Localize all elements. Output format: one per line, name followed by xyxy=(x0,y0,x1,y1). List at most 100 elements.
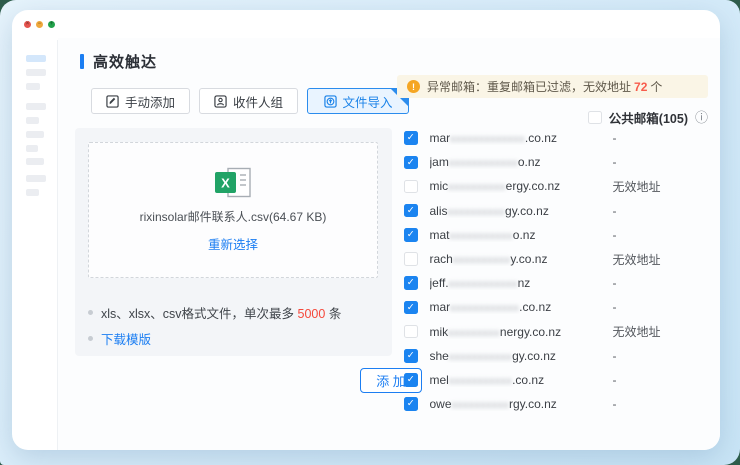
email-row: rachxxxxxxxxxxy.co.nz 无效地址 xyxy=(404,247,716,271)
email-address: jeff.xxxxxxxxxxxxnz xyxy=(430,276,613,290)
info-icon[interactable]: ⓘ xyxy=(695,111,708,124)
sidebar-item[interactable] xyxy=(26,189,39,196)
email-checkbox[interactable]: ✓ xyxy=(404,228,418,242)
email-address: owexxxxxxxxxxrgy.co.nz xyxy=(430,397,613,411)
invalid-count: 72 xyxy=(634,80,647,94)
email-checkbox[interactable]: ✓ xyxy=(404,131,418,145)
email-row: ✓ jamxxxxxxxxxxxxo.nz - xyxy=(404,150,716,174)
minimize-icon[interactable]: − xyxy=(36,21,43,28)
check-icon: ✓ xyxy=(407,399,415,409)
reselect-link[interactable]: 重新选择 xyxy=(208,234,258,253)
email-address: rachxxxxxxxxxxy.co.nz xyxy=(430,252,613,266)
page-title-row: 高效触达 xyxy=(80,51,157,72)
email-address: jamxxxxxxxxxxxxo.nz xyxy=(430,155,613,169)
max-count: 5000 xyxy=(298,307,326,321)
email-row: ✓ matxxxxxxxxxxxo.nz - xyxy=(404,223,716,247)
email-address: melxxxxxxxxxxx.co.nz xyxy=(430,373,613,387)
check-icon: ✓ xyxy=(407,351,415,361)
email-row: micxxxxxxxxxxergy.co.nz 无效地址 xyxy=(404,174,716,198)
email-row: ✓ jeff.xxxxxxxxxxxxnz - xyxy=(404,271,716,295)
check-icon: ✓ xyxy=(407,133,415,143)
masked-email-part: xxxxxxxxxxxxx xyxy=(450,133,525,145)
format-hint: xls、xlsx、csv格式文件，单次最多 5000 条 xyxy=(88,303,341,322)
masked-email-part: xxxxxxxxxxxx xyxy=(449,157,518,169)
email-checkbox[interactable]: ✓ xyxy=(404,156,418,170)
tab-manual-add[interactable]: 手动添加 xyxy=(91,88,190,114)
check-icon: ✓ xyxy=(407,375,415,385)
email-list: ✓ marxxxxxxxxxxxxx.co.nz - ✓ jamxxxxxxxx… xyxy=(404,126,716,416)
template-row: 下载模版 xyxy=(88,329,151,348)
sidebar-item[interactable] xyxy=(26,69,46,76)
masked-email-part: xxxxxxxxxxx xyxy=(449,351,512,363)
email-checkbox[interactable]: ✓ xyxy=(404,349,418,363)
bullet-icon xyxy=(88,310,93,315)
sidebar-item[interactable] xyxy=(26,131,44,138)
format-hint-text: xls、xlsx、csv格式文件，单次最多 5000 条 xyxy=(101,303,341,322)
page-title: 高效触达 xyxy=(93,51,157,72)
sidebar-item[interactable] xyxy=(26,103,46,110)
window-controls: × − + xyxy=(24,21,55,28)
email-status: 无效地址 xyxy=(613,178,661,195)
email-row: ✓ melxxxxxxxxxxx.co.nz - xyxy=(404,368,716,392)
email-checkbox[interactable]: ✓ xyxy=(404,397,418,411)
file-dropzone[interactable]: X rixinsolar邮件联系人.csv(64.67 KB) 重新选择 xyxy=(88,142,378,278)
sidebar-item[interactable] xyxy=(26,175,46,182)
zoom-icon[interactable]: + xyxy=(48,21,55,28)
sidebar-item[interactable] xyxy=(26,83,40,90)
recipient-group-icon xyxy=(214,95,227,108)
email-checkbox[interactable]: ✓ xyxy=(404,373,418,387)
uploaded-file-name: rixinsolar邮件联系人.csv(64.67 KB) xyxy=(140,208,327,225)
email-address: matxxxxxxxxxxxo.nz xyxy=(430,228,613,242)
email-checkbox[interactable]: ✓ xyxy=(404,276,418,290)
email-checkbox[interactable]: ✓ xyxy=(404,301,418,315)
sidebar-item[interactable] xyxy=(26,145,38,152)
email-status: - xyxy=(613,131,617,145)
email-address: mikxxxxxxxxxnergy.co.nz xyxy=(430,325,613,339)
email-status: - xyxy=(613,397,617,411)
tab-label: 收件人组 xyxy=(233,92,283,111)
close-icon[interactable]: × xyxy=(24,21,31,28)
upload-panel: X rixinsolar邮件联系人.csv(64.67 KB) 重新选择 xls… xyxy=(75,128,392,356)
email-checkbox[interactable] xyxy=(404,180,418,194)
email-status: - xyxy=(613,228,617,242)
excel-file-icon: X xyxy=(213,167,253,199)
alert-text: 异常邮箱：重复邮箱已过滤，无效地址72个 xyxy=(427,78,662,95)
email-checkbox[interactable]: ✓ xyxy=(404,204,418,218)
email-status: - xyxy=(613,204,617,218)
masked-email-part: xxxxxxxxxx xyxy=(452,399,510,411)
abnormal-mailbox-alert: ! 异常邮箱：重复邮箱已过滤，无效地址72个 xyxy=(397,75,708,98)
email-status: - xyxy=(613,300,617,314)
email-address: marxxxxxxxxxxxx.co.nz xyxy=(430,300,613,314)
email-status: - xyxy=(613,155,617,169)
tab-recipient-group[interactable]: 收件人组 xyxy=(199,88,298,114)
bullet-icon xyxy=(88,336,93,341)
masked-email-part: xxxxxxxxxxx xyxy=(449,375,512,387)
masked-email-part: xxxxxxxxxxxx xyxy=(450,302,519,314)
tab-file-import[interactable]: 文件导入 ✓ xyxy=(307,88,409,114)
title-accent-bar xyxy=(80,54,84,69)
manual-add-icon xyxy=(106,95,119,108)
email-row: ✓ marxxxxxxxxxxxx.co.nz - xyxy=(404,295,716,319)
masked-email-part: xxxxxxxxxx xyxy=(453,254,511,266)
sidebar-item[interactable] xyxy=(26,158,44,165)
email-status: - xyxy=(613,373,617,387)
email-status: - xyxy=(613,276,617,290)
warning-icon: ! xyxy=(407,80,420,93)
email-checkbox[interactable] xyxy=(404,325,418,339)
email-status: 无效地址 xyxy=(613,251,661,268)
email-checkbox[interactable] xyxy=(404,252,418,266)
download-template-link[interactable]: 下载模版 xyxy=(101,329,151,348)
masked-email-part: xxxxxxxxxxx xyxy=(450,230,513,242)
check-icon: ✓ xyxy=(407,206,415,216)
sidebar-item[interactable] xyxy=(26,117,39,124)
sidebar-item-active[interactable] xyxy=(26,55,46,62)
email-address: shexxxxxxxxxxxgy.co.nz xyxy=(430,349,613,363)
email-address: micxxxxxxxxxxergy.co.nz xyxy=(430,179,613,193)
public-mailbox-checkbox[interactable] xyxy=(588,111,602,125)
email-address: marxxxxxxxxxxxxx.co.nz xyxy=(430,131,613,145)
check-icon: ✓ xyxy=(407,303,415,313)
check-icon: ✓ xyxy=(407,230,415,240)
check-icon: ✓ xyxy=(407,278,415,288)
tab-label: 手动添加 xyxy=(125,92,175,111)
main-content: 高效触达 手动添加 收件人组 xyxy=(58,38,720,450)
